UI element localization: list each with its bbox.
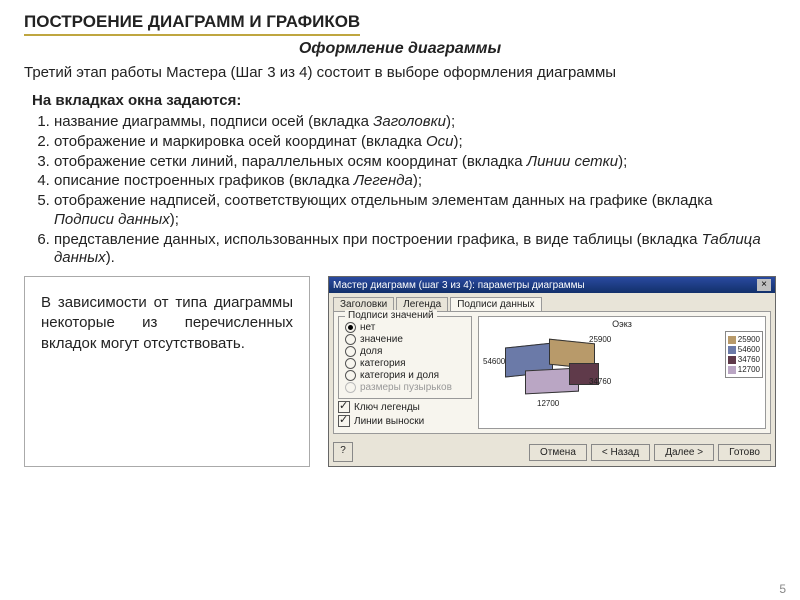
list-item: отображение сетки линий, параллельных ос… bbox=[54, 153, 776, 172]
back-button[interactable]: < Назад bbox=[591, 444, 650, 461]
tab-body: Подписи значений нет значение доля катег… bbox=[333, 311, 771, 434]
list-item: название диаграммы, подписи осей (вкладк… bbox=[54, 113, 776, 132]
list-item: отображение и маркировка осей координат … bbox=[54, 133, 776, 152]
help-button[interactable]: ? bbox=[333, 442, 353, 462]
dialog-titlebar: Мастер диаграмм (шаг 3 из 4): параметры … bbox=[329, 277, 775, 293]
data-label: 25900 bbox=[589, 335, 611, 344]
check-legend-key[interactable]: Ключ легенды bbox=[338, 401, 472, 413]
radio-bubble: размеры пузырьков bbox=[345, 382, 465, 393]
dialog-tabs: Заголовки Легенда Подписи данных bbox=[329, 293, 775, 311]
list-item: описание построенных графиков (вкладка Л… bbox=[54, 172, 776, 191]
radio-percent[interactable]: доля bbox=[345, 346, 465, 357]
group-title: Подписи значений bbox=[345, 310, 437, 321]
radio-cat-percent[interactable]: категория и доля bbox=[345, 370, 465, 381]
radio-value[interactable]: значение bbox=[345, 334, 465, 345]
dialog-title: Мастер диаграмм (шаг 3 из 4): параметры … bbox=[333, 280, 585, 291]
check-leader-lines[interactable]: Линии выноски bbox=[338, 415, 472, 427]
label-options-group: Подписи значений нет значение доля катег… bbox=[338, 316, 472, 399]
intro-text: Третий этап работы Мастера (Шаг 3 из 4) … bbox=[24, 64, 776, 82]
next-button[interactable]: Далее > bbox=[654, 444, 714, 461]
data-label: 54600 bbox=[483, 357, 505, 366]
wizard-dialog: Мастер диаграмм (шаг 3 из 4): параметры … bbox=[328, 276, 776, 467]
radio-none[interactable]: нет bbox=[345, 322, 465, 333]
list-item: представление данных, использованных при… bbox=[54, 231, 776, 269]
page-title: ПОСТРОЕНИЕ ДИАГРАММ И ГРАФИКОВ bbox=[24, 12, 360, 36]
chart-legend: 25900 54600 34760 12700 bbox=[725, 331, 763, 378]
tab-legend[interactable]: Легенда bbox=[396, 297, 448, 311]
cancel-button[interactable]: Отмена bbox=[529, 444, 587, 461]
list-header: На вкладках окна задаются: bbox=[32, 92, 776, 109]
dialog-buttons: ? Отмена < Назад Далее > Готово bbox=[329, 438, 775, 466]
tab-titles[interactable]: Заголовки bbox=[333, 297, 394, 311]
radio-category[interactable]: категория bbox=[345, 358, 465, 369]
list-item: отображение надписей, соответствующих от… bbox=[54, 192, 776, 230]
page-number: 5 bbox=[779, 582, 786, 596]
finish-button[interactable]: Готово bbox=[718, 444, 771, 461]
tab-data-labels[interactable]: Подписи данных bbox=[450, 297, 541, 311]
preview-title: Оэкз bbox=[612, 319, 632, 329]
data-label: 12700 bbox=[537, 399, 559, 408]
data-label: 34760 bbox=[589, 377, 611, 386]
tab-list: название диаграммы, подписи осей (вкладк… bbox=[54, 113, 776, 268]
page-subtitle: Оформление диаграммы bbox=[24, 40, 776, 58]
note-box: В зависимости от типа диаграммы некоторы… bbox=[24, 276, 310, 467]
chart-preview: Оэкз 54600 25900 12700 34760 25900 54600 bbox=[478, 316, 766, 429]
close-icon[interactable]: × bbox=[757, 279, 771, 291]
